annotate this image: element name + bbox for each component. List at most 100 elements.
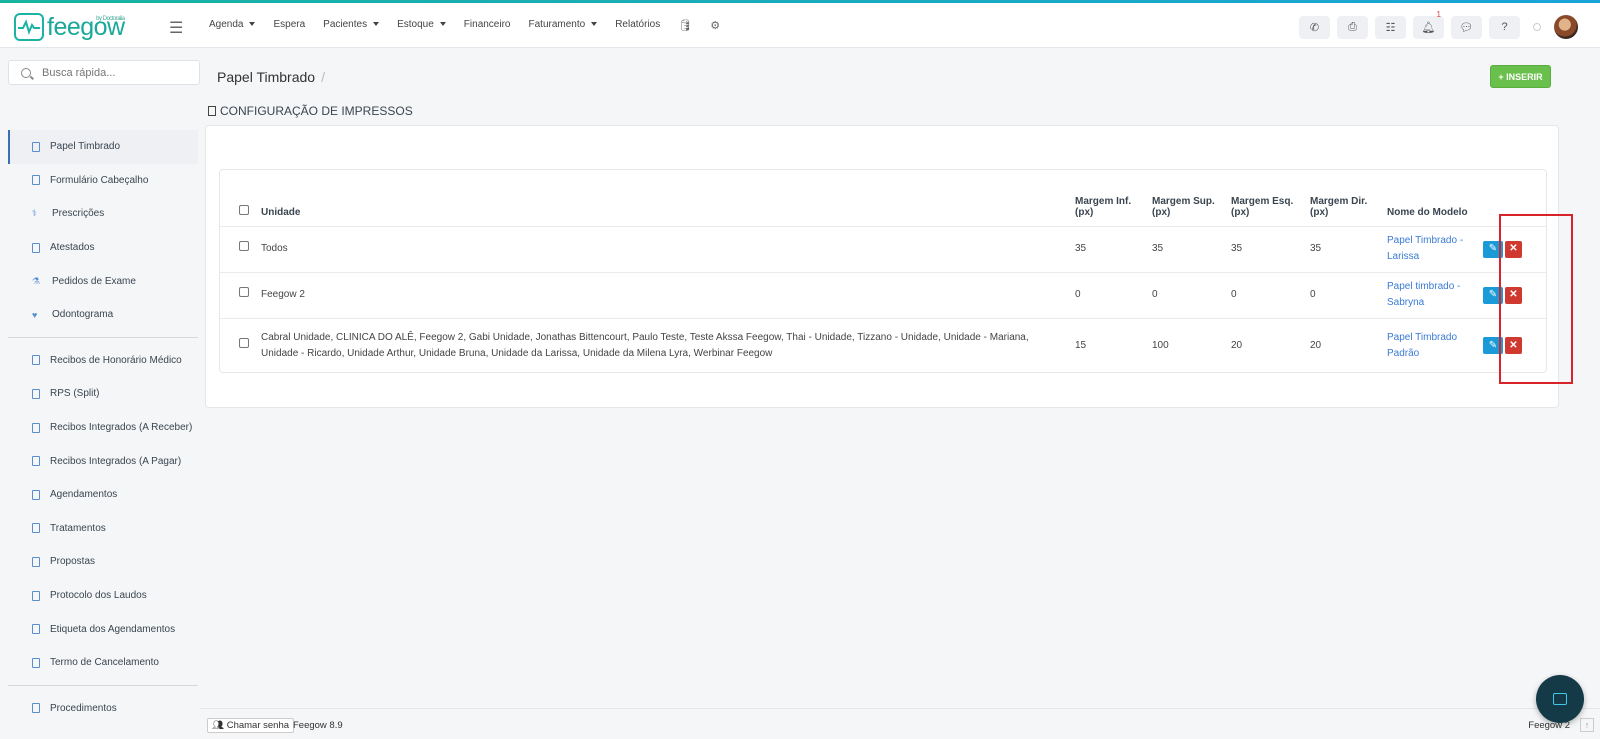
sidebar-item-pedidos-exame[interactable]: ⚗ Pedidos de Exame xyxy=(8,264,198,298)
document-icon xyxy=(208,106,216,116)
document-icon xyxy=(32,141,40,152)
page-title: Papel Timbrado / xyxy=(217,69,325,85)
nav-espera[interactable]: Espera xyxy=(273,19,305,32)
document-icon xyxy=(32,489,40,500)
nav-agenda[interactable]: Agenda xyxy=(209,19,256,32)
sidebar-item-odontograma[interactable]: ♥ Odontograma xyxy=(8,298,198,332)
sidebar-item-agendamentos[interactable]: Agendamentos xyxy=(8,478,198,512)
chevron-down-icon xyxy=(439,22,446,27)
sidebar-item-atestados[interactable]: Atestados xyxy=(8,231,198,265)
sidebar-item-etiqueta-agendamentos[interactable]: Etiqueta dos Agendamentos xyxy=(8,612,198,646)
search-input[interactable] xyxy=(42,66,192,79)
document-icon xyxy=(32,624,40,635)
sidebar-menu: Papel Timbrado Formulário Cabeçalho ⚕ Pre… xyxy=(8,130,198,725)
scroll-top-icon[interactable]: ↑ xyxy=(1580,718,1594,732)
sidebar-item-papel-timbrado[interactable]: Papel Timbrado xyxy=(8,130,198,164)
avatar[interactable] xyxy=(1554,15,1578,39)
document-icon xyxy=(32,422,40,433)
tasks-icon[interactable]: ☷ xyxy=(1375,15,1406,39)
row-checkbox[interactable] xyxy=(239,337,249,348)
sidebar-item-formulario-cabecalho[interactable]: Formulário Cabeçalho xyxy=(8,164,198,198)
row-checkbox[interactable] xyxy=(239,241,249,251)
col-margem-inf[interactable]: Margem Inf. (px) xyxy=(1069,170,1146,227)
sidebar-divider xyxy=(8,336,198,338)
nav-pacientes[interactable]: Pacientes xyxy=(323,19,380,32)
cell-margem-dir: 20 xyxy=(1310,339,1322,351)
document-icon xyxy=(32,355,40,366)
chamar-senha-button[interactable]: 👥︎ Chamar senha xyxy=(207,718,295,733)
logo-subtitle: by Doctoralia xyxy=(96,16,125,22)
sidebar-item-recibos-honorario[interactable]: Recibos de Honorário Médico xyxy=(8,344,198,378)
sidebar-item-recibos-receber[interactable]: Recibos Integrados (A Receber) xyxy=(8,411,198,445)
sidebar-item-tratamentos[interactable]: Tratamentos xyxy=(8,512,198,546)
col-margem-dir[interactable]: Margem Dir. (px) xyxy=(1304,170,1381,227)
cell-margem-sup: 100 xyxy=(1152,339,1169,351)
cell-margem-esq: 20 xyxy=(1231,339,1243,351)
document-icon xyxy=(32,456,40,467)
config-panel: Unidade Margem Inf. (px) Margem Sup. (px… xyxy=(205,125,1559,408)
document-icon xyxy=(32,556,40,567)
sidebar-item-termo-cancelamento[interactable]: Termo de Cancelamento xyxy=(8,646,198,680)
hamburger-menu-icon[interactable]: ☰ xyxy=(169,18,183,38)
chevron-down-icon xyxy=(591,22,598,27)
col-margem-esq[interactable]: Margem Esq. (px) xyxy=(1225,170,1304,227)
cell-margem-dir: 35 xyxy=(1304,226,1381,273)
sidebar-item-procedimentos[interactable]: Procedimentos xyxy=(8,692,198,726)
help-icon[interactable]: ? xyxy=(1489,15,1520,39)
document-icon xyxy=(32,242,40,253)
search-icon xyxy=(21,67,31,78)
cell-nome-modelo-link[interactable]: Papel Timbrado - Larissa xyxy=(1381,226,1477,273)
cell-unidade: Todos xyxy=(255,226,1069,273)
sidebar-item-prescricoes[interactable]: ⚕ Prescrições xyxy=(8,197,198,231)
papel-timbrado-table: Unidade Margem Inf. (px) Margem Sup. (px… xyxy=(220,170,1546,373)
search-box[interactable] xyxy=(8,60,200,85)
table-row: Todos 35 35 35 35 Papel Timbrado - Laris… xyxy=(220,226,1546,273)
floating-action-button[interactable] xyxy=(1536,675,1584,723)
gear-icon[interactable]: ⚙ xyxy=(710,19,720,32)
footer-bar: 👥︎ Chamar senha Feegow 8.9 Feegow 2 ↑ xyxy=(200,708,1600,739)
col-nome-modelo[interactable]: Nome do Modelo xyxy=(1381,170,1477,227)
col-margem-sup[interactable]: Margem Sup. (px) xyxy=(1146,170,1225,227)
topbar-actions: ✆ ⎙ ☷ 🔔︎ 1 💬︎ ? xyxy=(1299,10,1578,39)
cell-margem-dir: 0 xyxy=(1304,272,1381,319)
nav-estoque[interactable]: Estoque xyxy=(397,19,446,32)
sidebar-item-protocolo-laudos[interactable]: Protocolo dos Laudos xyxy=(8,579,198,613)
table-row: Cabral Unidade, CLINICA DO ALÊ, Feegow 2… xyxy=(220,318,1546,373)
cell-margem-sup: 35 xyxy=(1146,226,1225,273)
col-unidade[interactable]: Unidade xyxy=(255,170,1069,227)
feegow-logo[interactable]: feegow by Doctoralia xyxy=(14,13,125,41)
table-container: Unidade Margem Inf. (px) Margem Sup. (px… xyxy=(219,169,1547,373)
flask-icon: ⚗ xyxy=(32,275,41,286)
cell-margem-sup: 0 xyxy=(1146,272,1225,319)
version-label: Feegow 8.9 xyxy=(293,720,343,731)
nav-faturamento[interactable]: Faturamento xyxy=(529,19,598,32)
sidebar-item-propostas[interactable]: Propostas xyxy=(8,545,198,579)
chevron-down-icon xyxy=(373,22,380,27)
cell-nome-modelo-link[interactable]: Papel Timbrado Padrão xyxy=(1381,318,1477,373)
section-title: CONFIGURAÇÃO DE IMPRESSOS xyxy=(208,104,413,118)
sidebar: Papel Timbrado Formulário Cabeçalho ⚕Pre… xyxy=(0,48,200,739)
chat-icon[interactable]: 💬︎ xyxy=(1451,15,1482,39)
row-checkbox[interactable] xyxy=(239,287,249,297)
highlight-box xyxy=(1499,214,1573,384)
sidebar-item-rps-split[interactable]: RPS (Split) xyxy=(8,377,198,411)
main-content: Papel Timbrado / + INSERIR CONFIGURAÇÃO D… xyxy=(200,48,1600,708)
tooth-icon: ♥ xyxy=(32,309,38,320)
document-icon xyxy=(32,388,40,399)
status-dot xyxy=(1533,23,1541,31)
top-navbar: feegow by Doctoralia ☰ Agenda Espera Pac… xyxy=(0,3,1600,48)
bell-icon[interactable]: 🔔︎ 1 xyxy=(1413,10,1444,39)
select-all-checkbox[interactable] xyxy=(239,204,249,215)
table-header-row: Unidade Margem Inf. (px) Margem Sup. (px… xyxy=(220,170,1546,227)
nav-relatorios[interactable]: Relatórios xyxy=(615,19,660,32)
select-all-cell xyxy=(220,170,255,227)
cell-nome-modelo-link[interactable]: Papel timbrado - Sabryna xyxy=(1381,272,1477,319)
database-icon[interactable]: 🛢 xyxy=(678,19,692,32)
pills-icon: ⚕ xyxy=(32,208,37,219)
sidebar-item-recibos-pagar[interactable]: Recibos Integrados (A Pagar) xyxy=(8,444,198,478)
phone-icon[interactable]: ✆ xyxy=(1299,15,1330,39)
nav-financeiro[interactable]: Financeiro xyxy=(464,19,511,32)
cell-margem-esq: 0 xyxy=(1225,272,1304,319)
inbox-icon[interactable]: ⎙ xyxy=(1337,15,1368,39)
insert-button[interactable]: + INSERIR xyxy=(1490,65,1551,88)
